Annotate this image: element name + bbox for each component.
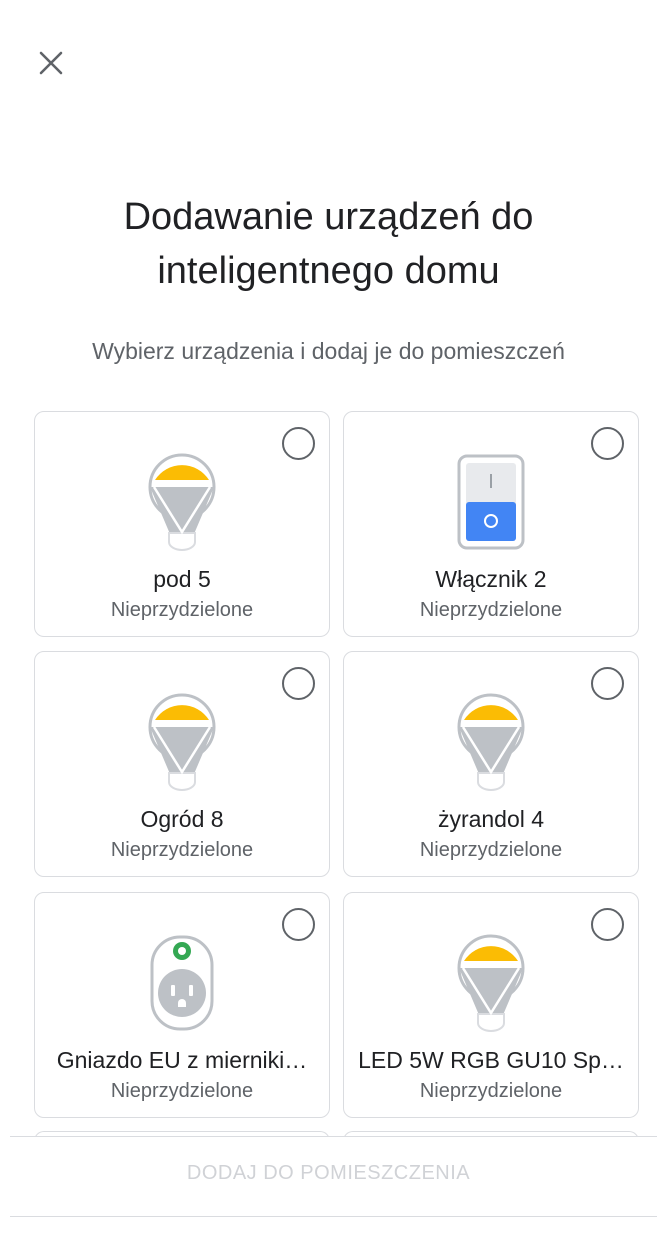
select-radio[interactable]	[591, 908, 624, 941]
page-title-line2: inteligentnego domu	[157, 250, 500, 292]
divider	[10, 1136, 657, 1137]
add-to-room-button[interactable]: DODAJ DO POMIESZCZENIA	[0, 1162, 657, 1185]
bulb-icon	[148, 453, 216, 551]
device-card[interactable]: Włącznik 2 Nieprzydzielone	[343, 411, 639, 637]
device-name: Włącznik 2	[435, 566, 547, 592]
device-card[interactable]: żyrandol 4 Nieprzydzielone	[343, 651, 639, 877]
select-radio[interactable]	[282, 667, 315, 700]
page-title: Dodawanie urządzeń do inteligentnego dom…	[0, 190, 657, 298]
device-room: Nieprzydzielone	[419, 1080, 563, 1102]
select-radio[interactable]	[591, 667, 624, 700]
device-card[interactable]: LED 5W RGB GU10 Sp… Nieprzydzielone	[343, 892, 639, 1118]
outlet-icon	[150, 935, 214, 1031]
device-name: Ogród 8	[140, 806, 224, 832]
device-name: żyrandol 4	[437, 806, 545, 832]
device-card[interactable]: pod 5 Nieprzydzielone	[34, 411, 330, 637]
page-title-line1: Dodawanie urządzeń do	[123, 196, 534, 238]
select-radio[interactable]	[282, 908, 315, 941]
page-subtitle: Wybierz urządzenia i dodaj je do pomiesz…	[92, 338, 565, 364]
device-room: Nieprzydzielone	[110, 599, 254, 621]
close-button[interactable]	[30, 42, 72, 84]
device-room: Nieprzydzielone	[419, 839, 563, 861]
device-name: pod 5	[153, 566, 211, 592]
device-card[interactable]: Gniazdo EU z mierniki… Nieprzydzielone	[34, 892, 330, 1118]
device-room: Nieprzydzielone	[110, 1080, 254, 1102]
device-room: Nieprzydzielone	[419, 599, 563, 621]
bulb-icon	[457, 934, 525, 1032]
divider	[10, 1216, 657, 1217]
bottom-action-bar: DODAJ DO POMIESZCZENIA	[0, 1136, 657, 1241]
device-card[interactable]: Ogród 8 Nieprzydzielone	[34, 651, 330, 877]
bulb-icon	[148, 693, 216, 791]
switch-icon	[457, 454, 525, 550]
close-icon	[39, 51, 63, 75]
select-radio[interactable]	[282, 427, 315, 460]
device-name: LED 5W RGB GU10 Sp…	[358, 1047, 624, 1073]
device-room: Nieprzydzielone	[110, 839, 254, 861]
add-devices-screen: Dodawanie urządzeń do inteligentnego dom…	[0, 0, 657, 1241]
select-radio[interactable]	[591, 427, 624, 460]
bulb-icon	[457, 693, 525, 791]
device-name: Gniazdo EU z mierniki…	[56, 1047, 308, 1073]
